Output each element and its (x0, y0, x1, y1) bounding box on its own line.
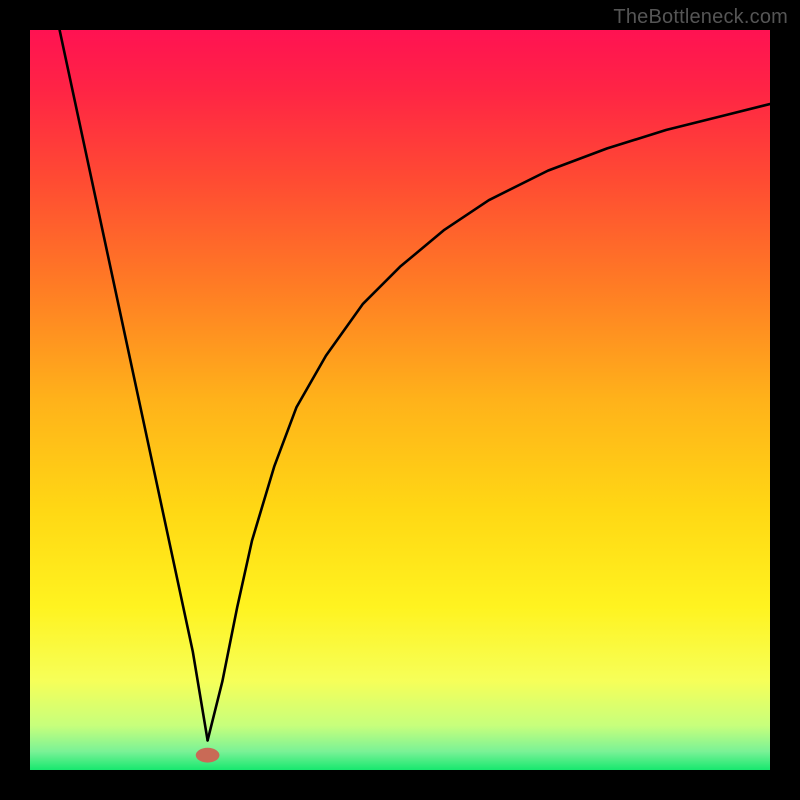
watermark-text: TheBottleneck.com (613, 6, 788, 29)
chart-container: TheBottleneck.com (0, 0, 800, 800)
gradient-background (30, 30, 770, 770)
plot-area (30, 30, 770, 770)
chart-svg (30, 30, 770, 770)
minimum-marker (196, 748, 220, 763)
